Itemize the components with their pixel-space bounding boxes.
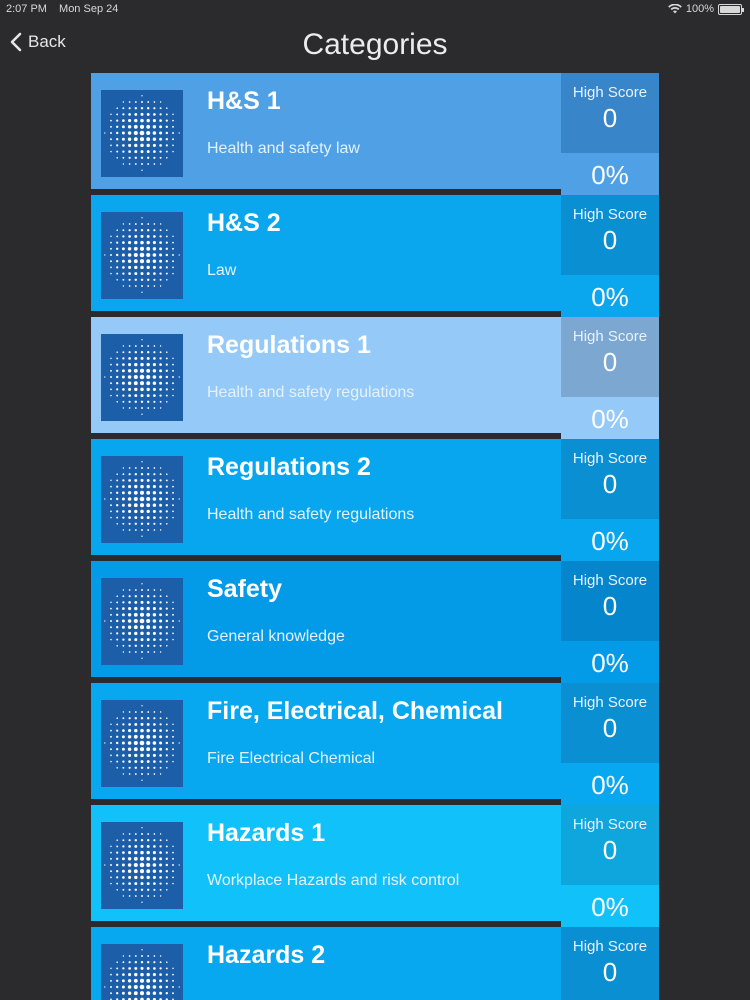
page-title: Categories bbox=[302, 28, 448, 61]
score-percent: 0% bbox=[591, 160, 629, 190]
category-title: Hazards 2 bbox=[207, 941, 326, 969]
category-cell[interactable]: H&S 1 Health and safety law bbox=[91, 73, 561, 189]
high-score-box: High Score 0 bbox=[561, 317, 659, 397]
category-cell[interactable]: Regulations 2 Health and safety regulati… bbox=[91, 439, 561, 555]
score-percent: 0% bbox=[591, 770, 629, 800]
score-panel: High Score 0 0% bbox=[561, 439, 659, 561]
category-cell[interactable]: H&S 2 Law bbox=[91, 195, 561, 311]
score-panel: High Score 0 0% bbox=[561, 927, 659, 1000]
status-time: 2:07 PM bbox=[6, 3, 47, 15]
high-score-box: High Score 0 bbox=[561, 683, 659, 763]
score-panel: High Score 0 0% bbox=[561, 683, 659, 805]
category-subtitle: General knowledge bbox=[207, 628, 345, 645]
category-subtitle: Law bbox=[207, 262, 237, 279]
globe-dots-icon bbox=[101, 212, 183, 299]
category-title: Regulations 2 bbox=[207, 453, 371, 481]
category-subtitle: Fire Electrical Chemical bbox=[207, 750, 376, 767]
category-list: H&S 1 Health and safety law High Score 0… bbox=[91, 73, 659, 1000]
category-title: H&S 2 bbox=[207, 209, 281, 237]
percent-box: 0% bbox=[561, 885, 659, 927]
high-score-label: High Score bbox=[572, 84, 648, 101]
globe-dots-icon bbox=[101, 578, 183, 665]
high-score-label: High Score bbox=[572, 206, 648, 223]
percent-box: 0% bbox=[561, 397, 659, 439]
category-cell[interactable]: Hazards 2 bbox=[91, 927, 561, 1000]
category-cell[interactable]: Regulations 1 Health and safety regulati… bbox=[91, 317, 561, 433]
high-score-value: 0 bbox=[602, 103, 618, 133]
status-date: Mon Sep 24 bbox=[59, 3, 119, 15]
high-score-value: 0 bbox=[602, 225, 618, 255]
score-percent: 0% bbox=[591, 526, 629, 556]
high-score-value: 0 bbox=[602, 957, 618, 987]
score-percent: 0% bbox=[591, 892, 629, 922]
high-score-label: High Score bbox=[572, 450, 648, 467]
category-title: Hazards 1 bbox=[207, 819, 326, 847]
high-score-value: 0 bbox=[602, 713, 618, 743]
high-score-box: High Score 0 bbox=[561, 805, 659, 885]
category-row-fire-electrical-chemical[interactable]: Fire, Electrical, Chemical Fire Electric… bbox=[91, 683, 659, 805]
category-cell[interactable]: Safety General knowledge bbox=[91, 561, 561, 677]
high-score-value: 0 bbox=[602, 469, 618, 499]
high-score-label: High Score bbox=[572, 328, 648, 345]
high-score-label: High Score bbox=[572, 694, 648, 711]
nav-bar: Back Categories bbox=[0, 20, 750, 72]
high-score-label: High Score bbox=[572, 816, 648, 833]
category-title: Fire, Electrical, Chemical bbox=[207, 697, 503, 725]
score-panel: High Score 0 0% bbox=[561, 561, 659, 683]
score-percent: 0% bbox=[591, 404, 629, 434]
percent-box: 0% bbox=[561, 763, 659, 805]
category-title: Safety bbox=[207, 575, 283, 603]
category-row-hs-1[interactable]: H&S 1 Health and safety law High Score 0… bbox=[91, 73, 659, 195]
globe-dots-icon bbox=[101, 700, 183, 787]
score-panel: High Score 0 0% bbox=[561, 195, 659, 317]
high-score-box: High Score 0 bbox=[561, 439, 659, 519]
category-row-hazards-1[interactable]: Hazards 1 Workplace Hazards and risk con… bbox=[91, 805, 659, 927]
high-score-box: High Score 0 bbox=[561, 73, 659, 153]
category-row-regulations-1[interactable]: Regulations 1 Health and safety regulati… bbox=[91, 317, 659, 439]
status-left: 2:07 PM Mon Sep 24 bbox=[6, 3, 127, 15]
high-score-value: 0 bbox=[602, 591, 618, 621]
category-row-hs-2[interactable]: H&S 2 Law High Score 0 0% bbox=[91, 195, 659, 317]
category-subtitle: Health and safety regulations bbox=[207, 506, 415, 523]
high-score-box: High Score 0 bbox=[561, 927, 659, 1000]
category-subtitle: Health and safety law bbox=[207, 140, 360, 157]
high-score-value: 0 bbox=[602, 347, 618, 377]
high-score-label: High Score bbox=[572, 938, 648, 955]
category-title: H&S 1 bbox=[207, 87, 281, 115]
percent-box: 0% bbox=[561, 275, 659, 317]
percent-box: 0% bbox=[561, 153, 659, 195]
status-bar: 2:07 PM Mon Sep 24 100% bbox=[0, 0, 750, 20]
high-score-value: 0 bbox=[602, 835, 618, 865]
score-panel: High Score 0 0% bbox=[561, 317, 659, 439]
score-panel: High Score 0 0% bbox=[561, 805, 659, 927]
battery-percent: 100% bbox=[685, 3, 714, 15]
score-panel: High Score 0 0% bbox=[561, 73, 659, 195]
battery-icon bbox=[718, 3, 744, 15]
globe-dots-icon bbox=[101, 90, 183, 177]
category-row-regulations-2[interactable]: Regulations 2 Health and safety regulati… bbox=[91, 439, 659, 561]
category-row-hazards-2[interactable]: Hazards 2 High Score 0 0% bbox=[91, 927, 659, 1000]
category-subtitle: Workplace Hazards and risk control bbox=[207, 872, 460, 889]
category-subtitle: Health and safety regulations bbox=[207, 384, 415, 401]
globe-dots-icon bbox=[101, 944, 183, 1000]
status-right: 100% bbox=[668, 3, 744, 15]
category-cell[interactable]: Hazards 1 Workplace Hazards and risk con… bbox=[91, 805, 561, 921]
score-percent: 0% bbox=[591, 282, 629, 312]
category-row-safety[interactable]: Safety General knowledge High Score 0 0% bbox=[91, 561, 659, 683]
globe-dots-icon bbox=[101, 456, 183, 543]
percent-box: 0% bbox=[561, 519, 659, 561]
wifi-icon bbox=[668, 4, 682, 14]
score-percent: 0% bbox=[591, 648, 629, 678]
high-score-box: High Score 0 bbox=[561, 195, 659, 275]
category-title: Regulations 1 bbox=[207, 331, 371, 359]
high-score-label: High Score bbox=[572, 572, 648, 589]
globe-dots-icon bbox=[101, 334, 183, 421]
globe-dots-icon bbox=[101, 822, 183, 909]
category-cell[interactable]: Fire, Electrical, Chemical Fire Electric… bbox=[91, 683, 561, 799]
percent-box: 0% bbox=[561, 641, 659, 683]
high-score-box: High Score 0 bbox=[561, 561, 659, 641]
